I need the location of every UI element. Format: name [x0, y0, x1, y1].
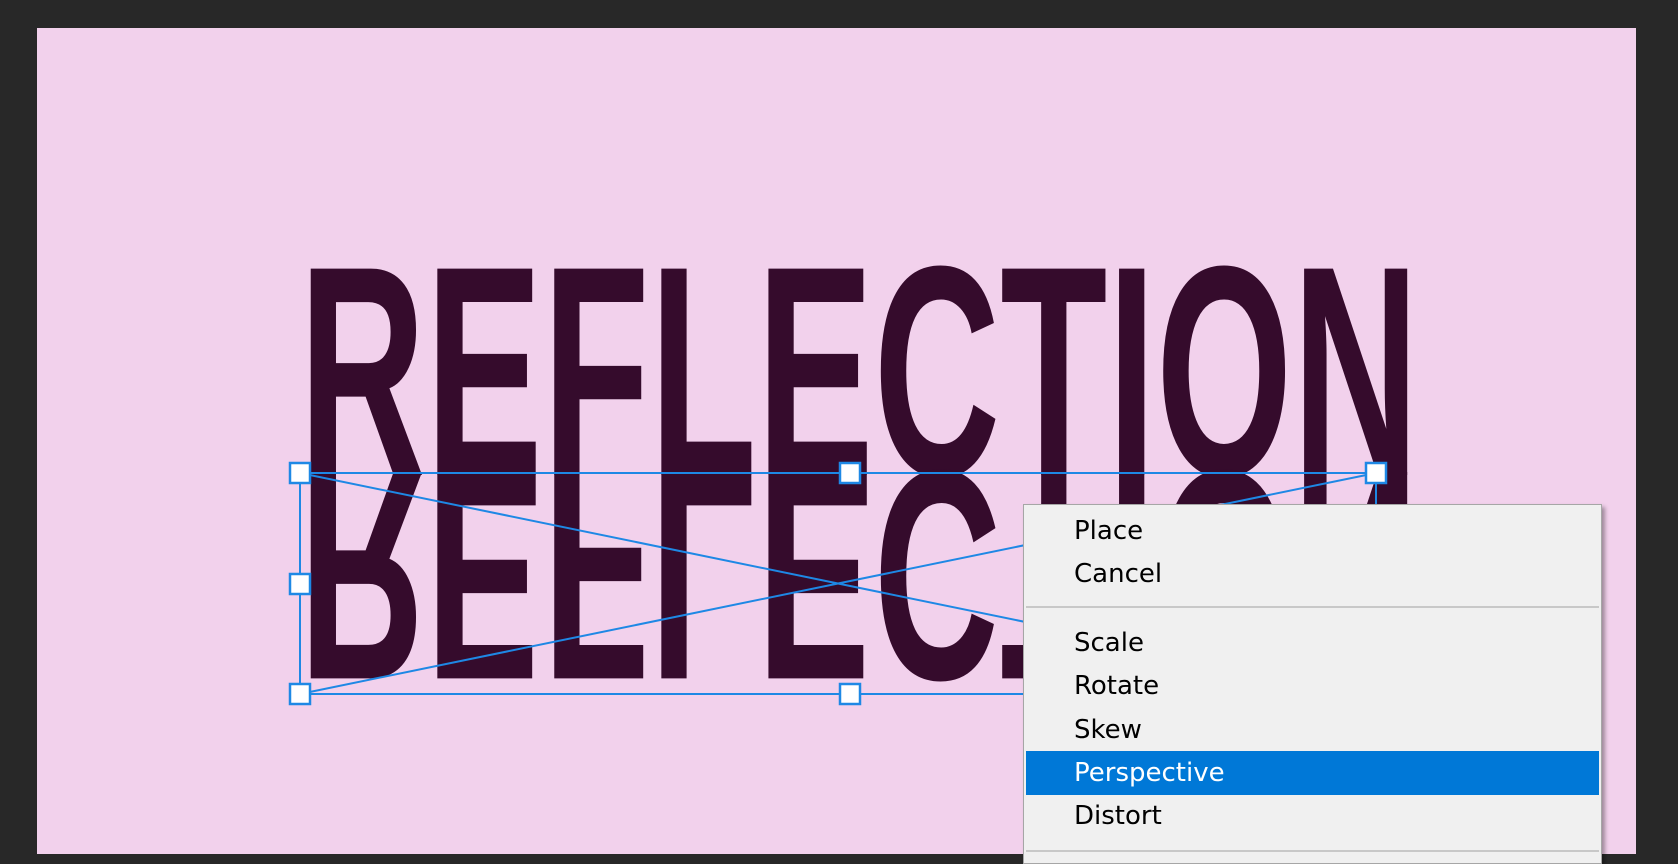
menu-item-rotate[interactable]: Rotate: [1026, 664, 1599, 708]
handle-bottom-left: [288, 682, 312, 706]
menu-item-distort[interactable]: Distort: [1026, 794, 1599, 838]
menu-item-skew[interactable]: Skew: [1026, 708, 1599, 752]
handle-top-left: [288, 461, 312, 485]
handle-top-middle: [838, 461, 862, 485]
handle-middle-left: [288, 572, 312, 596]
handle-top-right: [1364, 461, 1388, 485]
transform-context-menu: Place Cancel Scale Rotate Skew Perspecti…: [1023, 504, 1602, 864]
menu-item-perspective[interactable]: Perspective: [1026, 751, 1599, 795]
menu-separator: [1026, 850, 1599, 852]
menu-item-scale[interactable]: Scale: [1026, 621, 1599, 665]
menu-separator: [1026, 606, 1599, 608]
menu-item-cancel[interactable]: Cancel: [1026, 552, 1599, 596]
menu-item-place[interactable]: Place: [1026, 509, 1599, 553]
handle-bottom-middle: [838, 682, 862, 706]
